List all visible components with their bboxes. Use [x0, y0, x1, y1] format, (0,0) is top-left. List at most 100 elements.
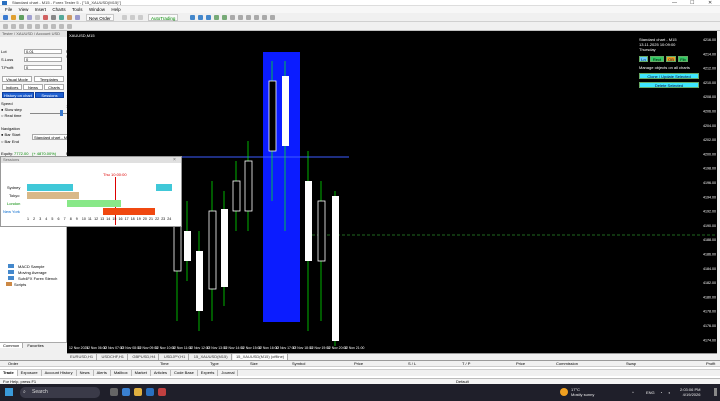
lot-input[interactable]: 0.01	[24, 49, 62, 54]
task-view-icon[interactable]	[110, 388, 118, 396]
menu-view[interactable]: View	[19, 6, 29, 13]
vertical-line-icon[interactable]	[19, 24, 24, 29]
terminal-tab-journal[interactable]: Journal	[218, 370, 239, 376]
open-folder-icon[interactable]	[11, 15, 16, 20]
terminal-icon[interactable]	[43, 15, 48, 20]
market-watch-icon[interactable]	[27, 15, 32, 20]
templates-button[interactable]: Templates	[34, 76, 64, 82]
terminal-tab-trade[interactable]: Trade	[0, 370, 18, 376]
tester-icon[interactable]	[51, 15, 56, 20]
volume-icon[interactable]: ◖	[668, 390, 670, 395]
chevron-up-icon[interactable]: ^	[632, 390, 634, 395]
fibonacci-icon[interactable]	[51, 24, 56, 29]
session-hour-label: 20	[142, 217, 147, 221]
crosshair-icon[interactable]	[11, 24, 16, 29]
speed-slider-handle[interactable]	[60, 110, 63, 116]
history-icon[interactable]	[67, 15, 72, 20]
menu-insert[interactable]: Insert	[35, 6, 46, 13]
label-icon[interactable]	[67, 24, 72, 29]
draw-rect-button[interactable]: Rect	[650, 56, 664, 62]
data-window-icon[interactable]	[59, 15, 64, 20]
app-icon[interactable]	[158, 388, 166, 396]
sessions-button[interactable]: Sessions	[35, 92, 64, 98]
editor-icon[interactable]	[75, 15, 80, 20]
draw-ob-button[interactable]: OB	[666, 56, 676, 62]
signals-icon[interactable]	[122, 15, 127, 20]
language-indicator[interactable]: ENG	[646, 390, 655, 395]
navigator-icon[interactable]	[35, 15, 40, 20]
menu-window[interactable]: Window	[89, 6, 105, 13]
profiles-icon[interactable]	[19, 15, 24, 20]
navigator-item-scripts[interactable]: Scripts	[14, 282, 26, 287]
navigator-item-suh4fx[interactable]: Suh4FX Forex Stench	[18, 276, 57, 281]
weather-icon[interactable]	[560, 388, 568, 396]
channel-icon[interactable]	[43, 24, 48, 29]
visual-mode-button[interactable]: Visual Mode	[2, 76, 32, 82]
templates-icon[interactable]	[270, 15, 275, 20]
delete-selected-button[interactable]: Delete Selected	[639, 82, 699, 88]
strategy-icon[interactable]	[138, 15, 143, 20]
history-on-chart-button[interactable]: History on chart	[2, 92, 34, 98]
taskbar-search[interactable]: ⌕ Search	[20, 387, 100, 398]
new-chart-icon[interactable]	[3, 15, 8, 20]
rectangle-object[interactable]	[263, 52, 300, 322]
terminal-tab-news[interactable]: News	[77, 370, 94, 376]
zoom-in-icon[interactable]	[214, 15, 219, 20]
terminal-tab-alerts[interactable]: Alerts	[94, 370, 111, 376]
speed-option-realtime[interactable]: ○ Real time	[1, 113, 21, 118]
weather-widget[interactable]: 17°C Mostly sunny	[571, 387, 594, 397]
menu-tools[interactable]: Tools	[72, 6, 83, 13]
autoscroll-icon[interactable]	[238, 15, 243, 20]
windows-start-icon[interactable]	[5, 388, 13, 396]
draw-fib-button[interactable]: Fib	[678, 56, 688, 62]
trading-app-icon[interactable]	[146, 388, 154, 396]
indices-button[interactable]: Indices	[2, 84, 22, 90]
chart-bar-icon[interactable]	[190, 15, 195, 20]
file-explorer-icon[interactable]	[134, 388, 142, 396]
nav-option-bar-start[interactable]: ● Bar Start	[1, 132, 20, 137]
cursor-icon[interactable]	[3, 24, 8, 29]
terminal-tab-experts[interactable]: Experts	[198, 370, 219, 376]
new-order-button[interactable]: New Order	[86, 14, 114, 21]
drawing-toolbar	[0, 22, 720, 31]
search-icon: ⌕	[23, 389, 26, 395]
terminal-tab-exposure[interactable]: Exposure	[18, 370, 42, 376]
wifi-icon[interactable]: ◔	[660, 390, 662, 395]
browser-icon[interactable]	[122, 388, 130, 396]
terminal-tab-mailbox[interactable]: Mailbox	[111, 370, 132, 376]
terminal-tab-codebase[interactable]: Code Base	[171, 370, 198, 376]
charts-button[interactable]: Charts	[44, 84, 64, 90]
take-profit-input[interactable]: 0	[24, 65, 62, 70]
indicators-icon[interactable]	[254, 15, 259, 20]
chart-candle-icon[interactable]	[198, 15, 203, 20]
news-button[interactable]: News	[23, 84, 43, 90]
market-icon[interactable]	[130, 15, 135, 20]
menu-help[interactable]: Help	[111, 6, 120, 13]
chart-shift-icon[interactable]	[246, 15, 251, 20]
trendline-icon[interactable]	[35, 24, 40, 29]
speed-option-slow[interactable]: ● Slow step	[1, 107, 22, 112]
text-icon[interactable]	[59, 24, 64, 29]
periods-icon[interactable]	[262, 15, 267, 20]
chart-line-icon[interactable]	[206, 15, 211, 20]
nav-option-bar-end[interactable]: ○ Bar End	[1, 139, 19, 144]
stop-loss-input[interactable]: 0	[24, 57, 62, 62]
zoom-out-icon[interactable]	[222, 15, 227, 20]
terminal-tab-market[interactable]: Market	[132, 370, 151, 376]
menu-charts[interactable]: Charts	[52, 6, 65, 13]
notification-icon[interactable]	[714, 388, 717, 396]
menu-file[interactable]: File	[5, 6, 12, 13]
clone-update-selected-button[interactable]: Clone / Update Selected	[639, 73, 699, 79]
terminal-tab-articles[interactable]: Articles	[151, 370, 171, 376]
tab-common[interactable]: Common	[0, 343, 24, 348]
navigator-item-ma[interactable]: Moving Average	[18, 270, 47, 275]
terminal-tab-account-history[interactable]: Account History	[42, 370, 77, 376]
horizontal-line-icon[interactable]	[27, 24, 32, 29]
tab-favorites[interactable]: Favorites	[24, 343, 46, 348]
clock[interactable]: 2:03:06 PM 4/19/2026	[680, 387, 700, 397]
tile-windows-icon[interactable]	[230, 15, 235, 20]
auto-trading-button[interactable]: AutoTrading	[148, 14, 179, 21]
draw-line-button[interactable]: Ln	[639, 56, 648, 62]
sessions-close-icon[interactable]: ×	[173, 157, 176, 163]
navigator-item-macd[interactable]: MACD Sample	[18, 264, 44, 269]
